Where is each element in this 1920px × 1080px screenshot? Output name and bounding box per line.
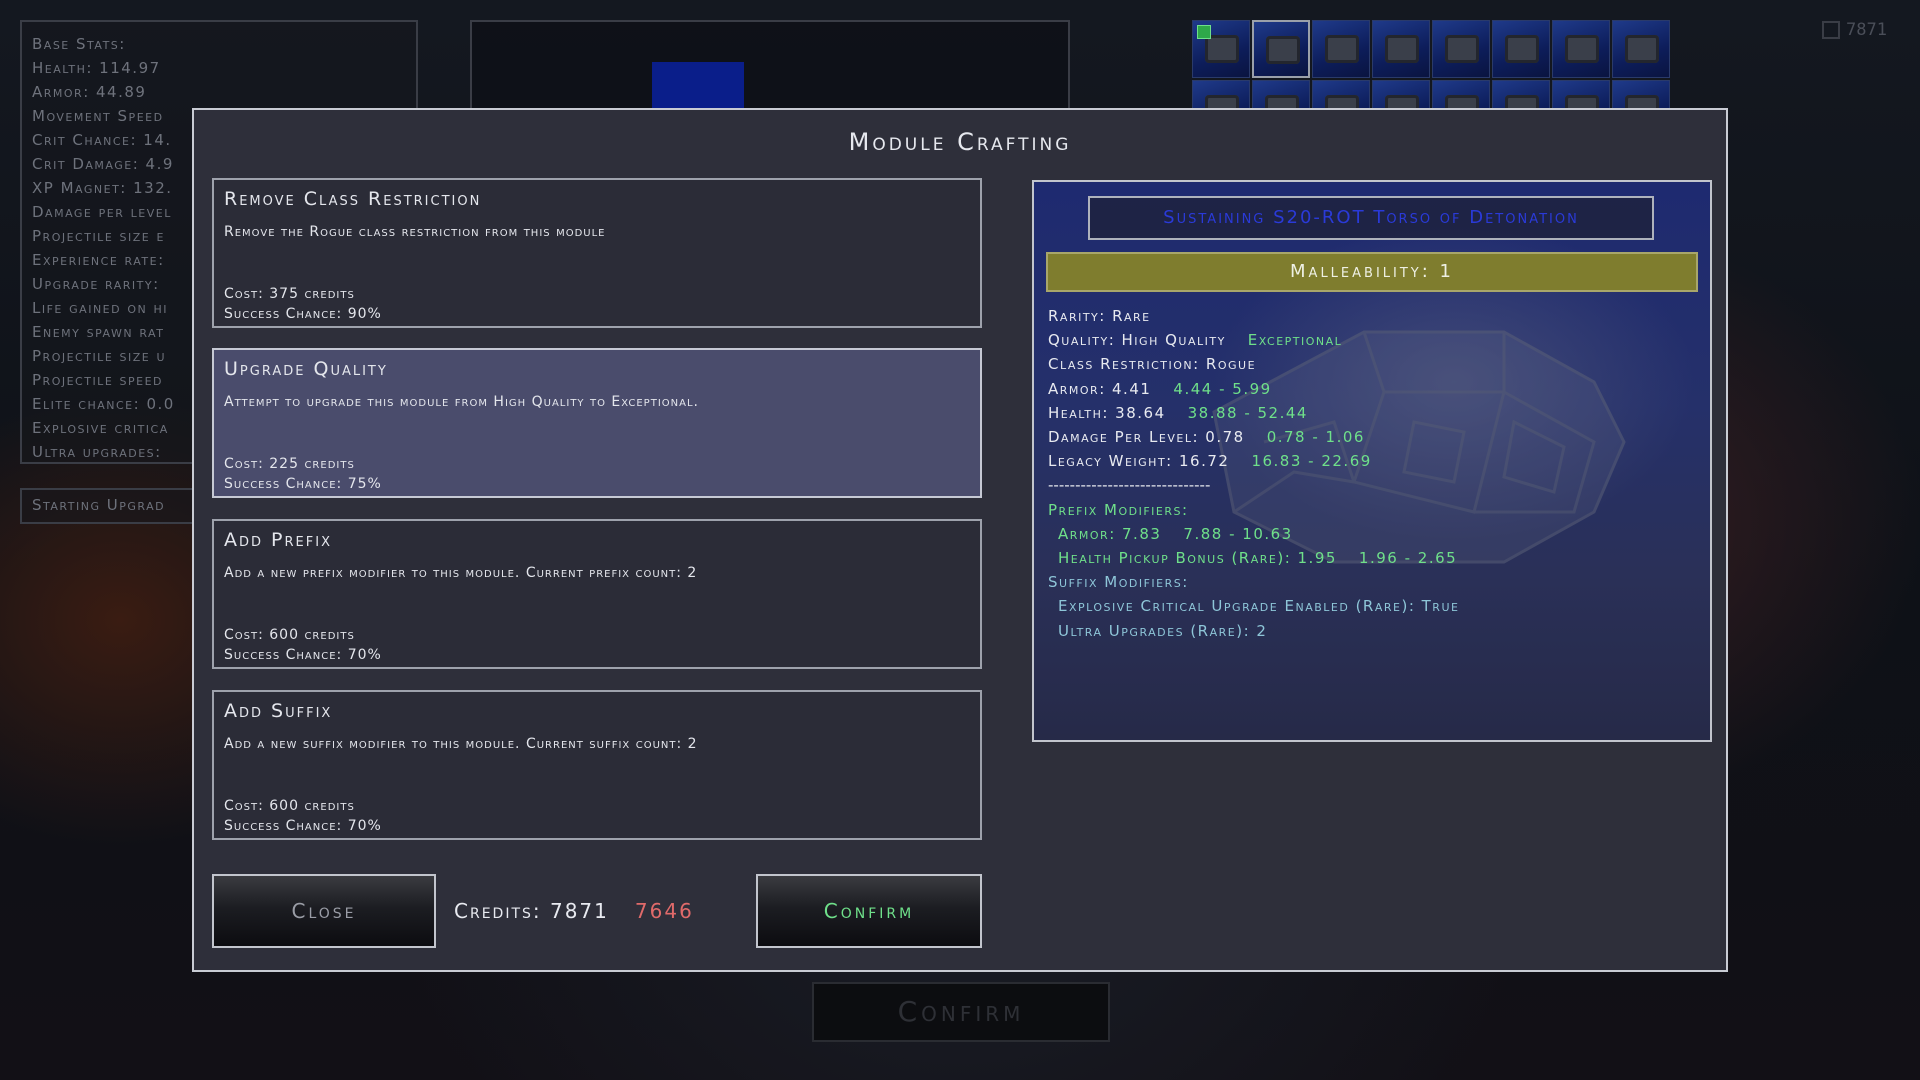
option-success-chance: Success Chance: 90% xyxy=(224,306,382,322)
inventory-slot[interactable] xyxy=(1252,20,1310,78)
inventory-grid xyxy=(1192,20,1670,108)
currency-amount: 7871 xyxy=(1846,20,1887,40)
quality-line: Quality: High Quality Exceptional xyxy=(1048,328,1459,352)
malleability-bar: Malleability: 1 xyxy=(1046,252,1698,292)
credits-after-craft: 7646 xyxy=(634,899,694,923)
craft-option-add-prefix[interactable]: Add Prefix Add a new prefix modifier to … xyxy=(212,519,982,669)
modifier-value: Armor: 7.83 xyxy=(1058,524,1162,543)
stat-range: 16.83 - 22.69 xyxy=(1251,452,1372,471)
quality-next: Exceptional xyxy=(1247,331,1343,350)
stat-range: 4.44 - 5.99 xyxy=(1173,379,1272,398)
inventory-slot[interactable] xyxy=(1612,20,1670,78)
inventory-slot[interactable] xyxy=(1492,80,1550,108)
option-cost: Cost: 600 credits xyxy=(224,798,355,814)
option-title: Add Suffix xyxy=(224,700,333,722)
inventory-slot[interactable] xyxy=(1192,80,1250,108)
inventory-slot[interactable] xyxy=(1192,20,1250,78)
inventory-slot[interactable] xyxy=(1252,80,1310,108)
item-stats: Rarity: Rare Quality: High Quality Except… xyxy=(1048,304,1459,643)
stat-line: Base Stats: xyxy=(32,35,126,53)
currency-display: 7871 xyxy=(1822,20,1887,40)
dialog-title: Module Crafting xyxy=(848,128,1072,156)
option-success-chance: Success Chance: 75% xyxy=(224,476,382,492)
inventory-slot[interactable] xyxy=(1312,20,1370,78)
suffix-modifier: Explosive Critical Upgrade Enabled (Rare… xyxy=(1058,597,1460,616)
option-cost: Cost: 600 credits xyxy=(224,627,355,643)
inventory-slot[interactable] xyxy=(1552,20,1610,78)
option-cost: Cost: 375 credits xyxy=(224,286,355,302)
module-item-card: Sustaining S20-ROT Torso of Detonation M… xyxy=(1032,180,1712,742)
option-description: Remove the Rogue class restriction from … xyxy=(224,224,606,240)
prefix-modifier: Health Pickup Bonus (Rare): 1.95 1.96 - 2… xyxy=(1048,546,1459,570)
modifier-range: 1.96 - 2.65 xyxy=(1358,549,1458,568)
stat-legacy-weight: Legacy Weight: 16.72 16.83 - 22.69 xyxy=(1048,449,1459,473)
prefix-modifier: Armor: 7.83 7.88 - 10.63 xyxy=(1048,522,1459,546)
option-cost: Cost: 225 credits xyxy=(224,456,355,472)
option-title: Upgrade Quality xyxy=(224,358,388,380)
inventory-slot[interactable] xyxy=(1432,80,1490,108)
option-description: Add a new prefix modifier to this module… xyxy=(224,565,698,581)
craft-option-add-suffix[interactable]: Add Suffix Add a new suffix modifier to … xyxy=(212,690,982,840)
inventory-slot[interactable] xyxy=(1372,20,1430,78)
class-restriction-value: Class Restriction: Rogue xyxy=(1048,355,1257,374)
inventory-slot[interactable] xyxy=(1432,20,1490,78)
inventory-slot[interactable] xyxy=(1612,80,1670,108)
credits-summary: Credits: 7871 7646 xyxy=(454,874,694,948)
class-restriction-line: Class Restriction: Rogue xyxy=(1048,352,1459,376)
quality-value: Quality: High Quality xyxy=(1048,331,1226,350)
modifier-value: Health Pickup Bonus (Rare): 1.95 xyxy=(1058,549,1337,568)
suffix-modifier: Ultra Upgrades (Rare): 2 xyxy=(1058,621,1268,640)
close-button[interactable]: Close xyxy=(212,874,436,948)
inventory-slot[interactable] xyxy=(1312,80,1370,108)
stat-value: Damage Per Level: 0.78 xyxy=(1048,428,1245,447)
stat-value: Armor: 4.41 xyxy=(1048,379,1152,398)
inventory-slot[interactable] xyxy=(1372,80,1430,108)
credits-current: Credits: 7871 xyxy=(454,899,609,923)
option-success-chance: Success Chance: 70% xyxy=(224,647,382,663)
modifier-range: 7.88 - 10.63 xyxy=(1183,524,1293,543)
stat-value: Health: 38.64 xyxy=(1048,403,1166,422)
background-confirm-button: Confirm xyxy=(812,982,1110,1042)
stat-line: Armor: 44.89 xyxy=(32,83,147,101)
craft-option-upgrade-quality[interactable]: Upgrade Quality Attempt to upgrade this … xyxy=(212,348,982,498)
option-success-chance: Success Chance: 70% xyxy=(224,818,382,834)
inventory-slot[interactable] xyxy=(1492,20,1550,78)
stat-value: Legacy Weight: 16.72 xyxy=(1048,452,1230,471)
module-crafting-dialog: Module Crafting Remove Class Restriction… xyxy=(192,108,1728,972)
stats-divider: ------------------------------ xyxy=(1048,476,1211,495)
stat-armor: Armor: 4.41 4.44 - 5.99 xyxy=(1048,377,1459,401)
stat-range: 0.78 - 1.06 xyxy=(1266,428,1365,447)
credits-icon xyxy=(1822,21,1840,39)
rarity-line: Rarity: Rare xyxy=(1048,304,1459,328)
module-preview-thumbnail xyxy=(652,62,744,114)
stat-line: Health: 114.97 xyxy=(32,59,161,77)
craft-option-remove-class-restriction[interactable]: Remove Class Restriction Remove the Rogu… xyxy=(212,178,982,328)
stat-range: 38.88 - 52.44 xyxy=(1187,403,1308,422)
suffix-header: Suffix Modifiers: xyxy=(1048,573,1189,592)
option-description: Add a new suffix modifier to this module… xyxy=(224,736,698,752)
game-screen: Base Stats: Health: 114.97 Armor: 44.89 … xyxy=(0,0,1920,1080)
equipped-marker-icon xyxy=(1197,25,1211,39)
stat-damage-per-level: Damage Per Level: 0.78 0.78 - 1.06 xyxy=(1048,425,1459,449)
inventory-slot[interactable] xyxy=(1552,80,1610,108)
module-preview-panel xyxy=(470,20,1070,114)
item-name: Sustaining S20-ROT Torso of Detonation xyxy=(1088,196,1654,240)
option-title: Add Prefix xyxy=(224,529,332,551)
stat-health: Health: 38.64 38.88 - 52.44 xyxy=(1048,401,1459,425)
prefix-header: Prefix Modifiers: xyxy=(1048,500,1189,519)
option-description: Attempt to upgrade this module from High… xyxy=(224,394,699,410)
rarity-value: Rarity: Rare xyxy=(1048,307,1151,325)
option-title: Remove Class Restriction xyxy=(224,188,482,210)
confirm-button[interactable]: Confirm xyxy=(756,874,982,948)
